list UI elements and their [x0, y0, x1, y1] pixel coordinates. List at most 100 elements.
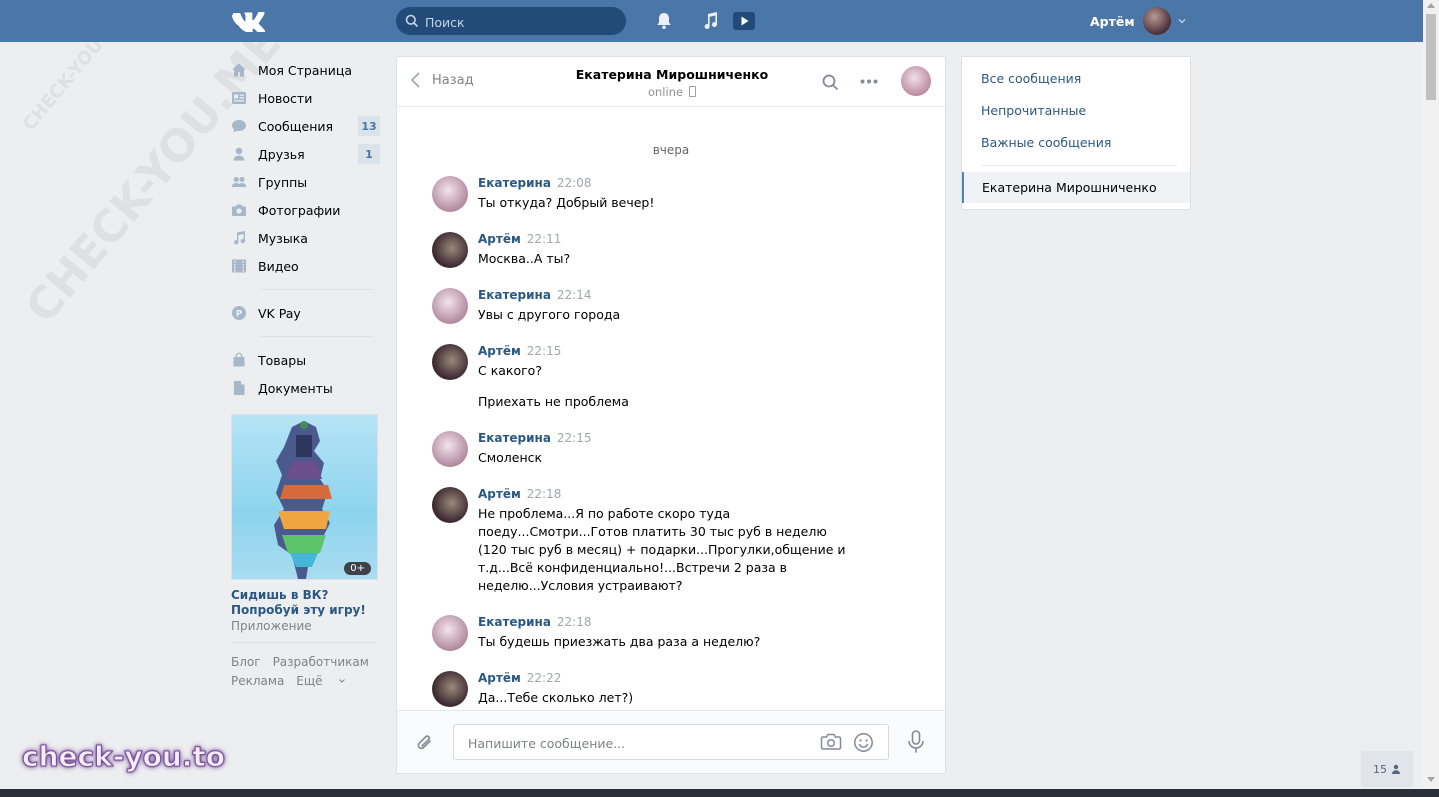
page-scrollbar[interactable]: [1423, 0, 1439, 797]
ad-title[interactable]: Сидишь в ВК? Попробуй эту игру!: [231, 588, 381, 618]
message-text: Ты откуда? Добрый вечер!: [478, 195, 655, 210]
user-icon: [231, 146, 247, 162]
top-header: Артём: [0, 0, 1423, 42]
chat-avatar[interactable]: [901, 66, 931, 96]
message-author[interactable]: Артём: [478, 671, 521, 685]
more-icon[interactable]: [860, 79, 878, 84]
left-sidebar: Моя Страница Новости Сообщения 13 Друзья…: [231, 56, 381, 691]
avatar[interactable]: [432, 431, 468, 467]
chat-status: online: [547, 85, 797, 99]
vk-logo-icon[interactable]: [231, 10, 265, 32]
message-time: 22:15: [526, 344, 562, 358]
chat-header: Назад Екатерина Мирошниченко online: [397, 57, 945, 107]
sidebar-item-label: Товары: [258, 352, 307, 368]
message-author[interactable]: Екатерина: [478, 615, 551, 629]
chevron-left-icon: [411, 72, 420, 88]
scroll-down-arrow[interactable]: [1427, 777, 1435, 782]
search-input[interactable]: [423, 7, 617, 37]
avatar[interactable]: [432, 671, 468, 707]
sidebar-item-groups[interactable]: Группы: [231, 168, 381, 196]
sidebar-item-video[interactable]: Видео: [231, 252, 381, 280]
day-separator: вчера: [652, 143, 690, 157]
message-text: Смоленск: [478, 450, 543, 465]
message-text: Ты будешь приезжать два раза а неделю?: [478, 634, 761, 649]
search-box[interactable]: [396, 7, 626, 37]
chevron-down-icon: [339, 679, 346, 683]
sidebar-item-my-page[interactable]: Моя Страница: [231, 56, 381, 84]
os-taskbar: [0, 789, 1439, 797]
message-author[interactable]: Артём: [478, 232, 521, 246]
message-author[interactable]: Артём: [478, 487, 521, 501]
ad-block[interactable]: 0+ Сидишь в ВК? Попробуй эту игру! Прило…: [231, 414, 381, 633]
back-button[interactable]: Назад: [411, 72, 474, 88]
ad-image[interactable]: 0+: [231, 414, 378, 580]
camera-icon[interactable]: [820, 733, 842, 751]
avatar[interactable]: [432, 288, 468, 324]
message-author[interactable]: Екатерина: [478, 176, 551, 190]
footer-link-blog[interactable]: Блог: [231, 655, 261, 669]
selected-conversation-label: Екатерина Мирошниченко: [982, 180, 1157, 195]
mobile-icon: [689, 86, 697, 97]
sidebar-item-label: Группы: [258, 174, 308, 190]
user-menu[interactable]: Артём: [1090, 6, 1187, 36]
paperclip-icon[interactable]: [415, 732, 435, 754]
avatar[interactable]: [432, 344, 468, 380]
footer-more-label: Ещё: [296, 674, 323, 688]
message-time: 22:22: [526, 671, 562, 685]
sidebar-item-label: Фотографии: [258, 202, 341, 218]
avatar[interactable]: [432, 232, 468, 268]
sidebar-item-photos[interactable]: Фотографии: [231, 196, 381, 224]
sidebar-item-friends[interactable]: Друзья 1: [231, 140, 381, 168]
message-author[interactable]: Екатерина: [478, 288, 551, 302]
message-author[interactable]: Артём: [478, 344, 521, 358]
chat-title[interactable]: Екатерина Мирошниченко: [547, 67, 797, 82]
bag-icon: [231, 352, 247, 368]
emoji-icon[interactable]: [853, 732, 874, 753]
sidebar-item-vkpay[interactable]: P VK Pay: [231, 299, 381, 327]
messages-icon: [231, 118, 247, 134]
online-status: online: [647, 85, 684, 99]
sidebar-item-label: Документы: [258, 380, 333, 396]
music-icon: [231, 230, 247, 246]
sidebar-item-news[interactable]: Новости: [231, 84, 381, 112]
sidebar-item-messages[interactable]: Сообщения 13: [231, 112, 381, 140]
scrollbar-thumb[interactable]: [1426, 14, 1436, 100]
svg-text:P: P: [236, 310, 243, 320]
scroll-up-arrow[interactable]: [1427, 3, 1435, 8]
messages-filter-menu: Все сообщения Непрочитанные Важные сообщ…: [961, 56, 1191, 210]
sidebar-item-documents[interactable]: Документы: [231, 374, 381, 402]
avatar[interactable]: [432, 176, 468, 212]
filter-all-messages[interactable]: Все сообщения: [981, 71, 1081, 86]
bell-icon[interactable]: [654, 11, 674, 31]
avatar[interactable]: [432, 615, 468, 651]
avatar: [1142, 7, 1171, 35]
sidebar-divider: [231, 642, 376, 643]
sidebar-item-music[interactable]: Музыка: [231, 224, 381, 252]
sidebar-item-label: Моя Страница: [258, 62, 352, 78]
message-text: Да...Тебе сколько лет?): [478, 690, 634, 705]
message-text: Увы с другого города: [478, 307, 621, 322]
music-icon[interactable]: [700, 11, 720, 31]
groups-icon: [231, 174, 247, 190]
footer-link-developers[interactable]: Разработчикам: [273, 655, 369, 669]
footer-link-ads[interactable]: Реклама: [231, 674, 284, 688]
sidebar-divider: [261, 289, 373, 290]
user-icon: [1392, 764, 1400, 774]
message-time: 22:18: [556, 615, 592, 629]
avatar[interactable]: [432, 487, 468, 523]
user-name: Артём: [1090, 13, 1135, 29]
sidebar-item-label: Новости: [258, 90, 313, 106]
filter-unread[interactable]: Непрочитанные: [981, 103, 1086, 118]
online-friends-button[interactable]: 15: [1361, 751, 1413, 787]
search-icon[interactable]: [822, 74, 839, 91]
selected-conversation[interactable]: Екатерина Мирошниченко: [962, 172, 1190, 203]
footer-link-more[interactable]: Ещё: [296, 674, 346, 688]
play-icon[interactable]: [732, 11, 756, 31]
message-input-box[interactable]: [453, 724, 889, 761]
microphone-icon[interactable]: [907, 730, 925, 754]
message-author[interactable]: Екатерина: [478, 431, 551, 445]
sidebar-item-goods[interactable]: Товары: [231, 346, 381, 374]
filter-important[interactable]: Важные сообщения: [981, 135, 1111, 150]
message-input[interactable]: [466, 725, 800, 761]
online-count: 15: [1373, 762, 1387, 776]
